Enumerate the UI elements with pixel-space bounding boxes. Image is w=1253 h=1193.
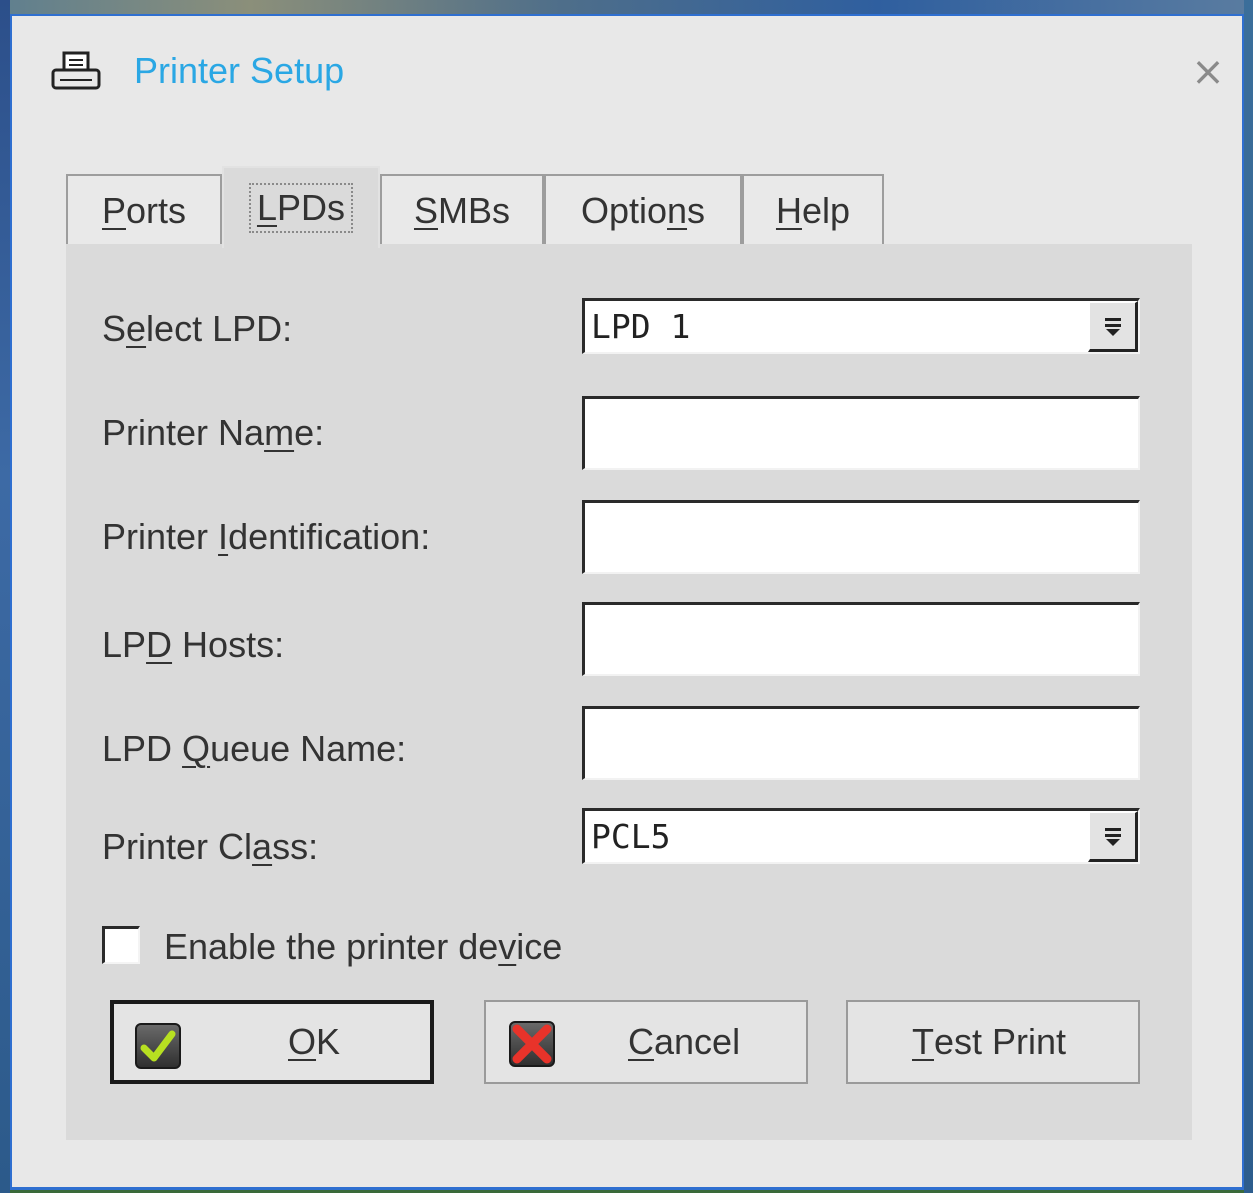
close-icon[interactable]: × [1190, 52, 1226, 92]
printer-identification-field[interactable] [582, 500, 1140, 574]
tab-smbs-label: SMBs [413, 190, 510, 231]
ok-button-label: OK [288, 1021, 341, 1062]
dropdown-arrow-icon [1104, 318, 1121, 336]
printer-identification-label: Printer Identification: [102, 516, 431, 557]
printer-class-label: Printer Class: [102, 826, 319, 867]
select-lpd-value: LPD 1 [591, 307, 691, 346]
check-icon [134, 1022, 182, 1070]
test-print-button[interactable]: Test Print [846, 1000, 1140, 1084]
lpd-hosts-field[interactable] [582, 602, 1140, 676]
tab-help[interactable]: Help [742, 174, 884, 246]
printer-class-combo[interactable]: PCL5 [582, 808, 1140, 864]
ok-button[interactable]: OK [110, 1000, 434, 1084]
tab-smbs[interactable]: SMBs [380, 174, 544, 246]
desktop-background-left [0, 0, 10, 1193]
printer-name-field[interactable] [582, 396, 1140, 470]
select-lpd-dropdown-button[interactable] [1088, 301, 1138, 352]
tab-lpds-label: LPDs [248, 183, 354, 233]
select-lpd-combo[interactable]: LPD 1 [582, 298, 1140, 354]
tab-options-label: Options [580, 190, 706, 231]
tab-ports[interactable]: Ports [66, 174, 222, 246]
tab-help-label: Help [775, 190, 851, 231]
x-icon [508, 1020, 556, 1068]
printer-icon [50, 50, 102, 94]
tab-options[interactable]: Options [544, 174, 742, 246]
enable-printer-device-label[interactable]: Enable the printer device [164, 926, 562, 968]
desktop-background-right [1244, 0, 1253, 1193]
printer-class-dropdown-button[interactable] [1088, 811, 1138, 862]
cancel-button-label: Cancel [628, 1021, 741, 1062]
lpd-queue-name-field[interactable] [582, 706, 1140, 780]
desktop-background [0, 0, 1253, 14]
tab-lpds[interactable]: LPDs [222, 166, 380, 248]
lpd-hosts-label: LPD Hosts: [102, 624, 285, 665]
printer-setup-dialog: Printer Setup × Ports LPDs SMBs Options … [10, 14, 1244, 1190]
tab-ports-label: Ports [101, 190, 187, 231]
window-title: Printer Setup [134, 50, 345, 91]
enable-printer-device-checkbox[interactable] [102, 926, 140, 964]
test-print-button-label: Test Print [912, 1021, 1067, 1062]
select-lpd-label: Select LPD: [102, 308, 293, 349]
lpd-queue-name-label: LPD Queue Name: [102, 728, 407, 769]
dropdown-arrow-icon [1104, 828, 1121, 846]
printer-name-label: Printer Name: [102, 412, 325, 453]
printer-class-value: PCL5 [591, 817, 671, 856]
cancel-button[interactable]: Cancel [484, 1000, 808, 1084]
